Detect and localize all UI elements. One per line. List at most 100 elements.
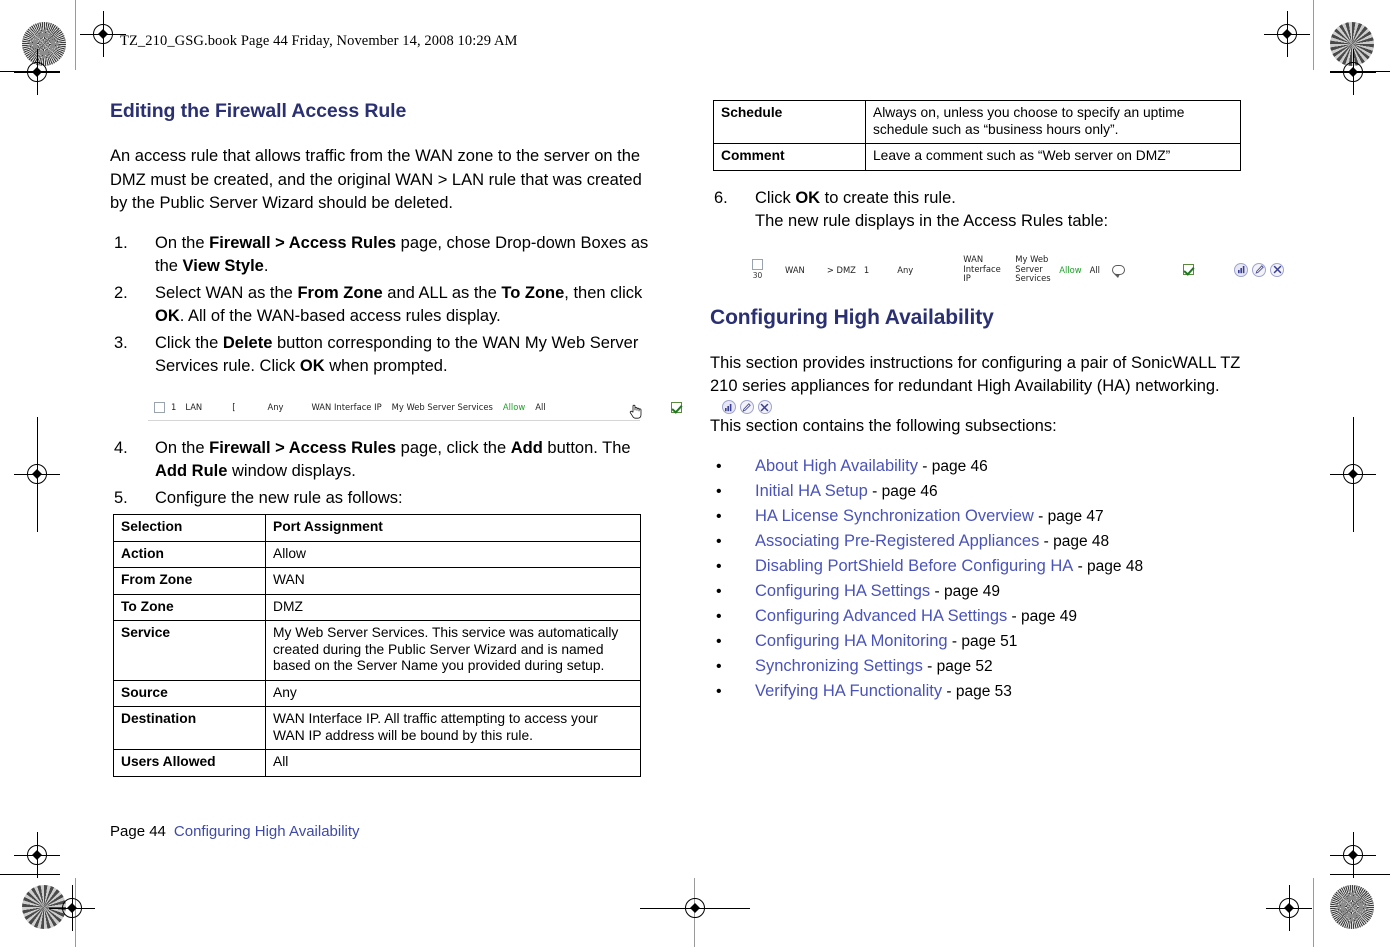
step-number: 5. [114, 488, 128, 507]
table-row: Destination WAN Interface IP. All traffic… [113, 706, 641, 750]
bullet-icon: • [716, 508, 722, 525]
inline-text: On the [155, 438, 210, 457]
ha-subsection-link[interactable]: Configuring HA Monitoring [755, 632, 948, 650]
bullet-icon: • [716, 633, 722, 650]
bullet-icon: • [716, 658, 722, 675]
table-cell-value: WAN Interface IP. All traffic attempting… [265, 706, 641, 750]
stats-icon[interactable] [1234, 262, 1249, 277]
rule-arrow: [ [232, 402, 236, 412]
table-row: Comment Leave a comment such as “Web serv… [713, 143, 1241, 171]
page-reference: - page 49 [1007, 608, 1078, 625]
steps-list-4-5: 4. On the Firewall > Access Rules page, c… [110, 437, 655, 511]
rule-enable-checkbox[interactable] [670, 401, 682, 413]
bullet-icon: • [716, 533, 722, 550]
ha-subsection-link[interactable]: Configuring Advanced HA Settings [755, 607, 1007, 625]
hand-cursor-icon [629, 403, 642, 419]
list-item: • Configuring HA Monitoring - page 51 [710, 629, 1255, 654]
rule-row: 30 WAN > DMZ 1 Any WAN Interface IP My W… [748, 250, 1285, 290]
rule-action-icons [1234, 262, 1285, 277]
comment-bubble-icon[interactable] [1112, 264, 1126, 278]
bullet-icon: • [716, 583, 722, 600]
bullet-icon: • [716, 683, 722, 700]
step-item: 3. Click the Delete button corresponding … [110, 332, 655, 379]
step-text: Select WAN as the From Zone and ALL as t… [155, 284, 642, 326]
port-assignment-table: Selection Port Assignment Action Allow From … [113, 514, 641, 777]
emphasis-text: Firewall > Access Rules [209, 233, 397, 252]
registration-mark-bottom-center [640, 891, 750, 925]
page-reference: - page 52 [922, 658, 993, 675]
rule-source: Any [267, 402, 284, 412]
rule-destination: WAN Interface IP [963, 254, 1001, 284]
inline-text: when prompted. [324, 357, 448, 375]
rule-action: Allow [502, 402, 526, 412]
registration-starburst-bottom-right [1330, 885, 1374, 929]
inline-text: page, click the [396, 438, 511, 457]
step-text: Click the Delete button corresponding to… [155, 334, 638, 376]
ha-subsection-link[interactable]: Synchronizing Settings [755, 657, 923, 675]
table-row: Selection Port Assignment [113, 514, 641, 542]
emphasis-text: Add Rule [155, 462, 228, 480]
footer-section-title[interactable]: Configuring High Availability [174, 823, 360, 840]
step-item: 6. Click OK to create this rule. The new… [710, 187, 1255, 234]
list-item: • Disabling PortShield Before Configuring… [710, 554, 1255, 579]
trim-line-top-left-vertical [75, 0, 76, 70]
intro-paragraph: An access rule that allows traffic from … [110, 147, 642, 212]
emphasis-text: OK [299, 357, 325, 375]
rule-select-checkbox[interactable] [752, 259, 763, 270]
ha-subsection-link[interactable]: HA License Synchronization Overview [755, 507, 1034, 525]
step-item: 2. Select WAN as the From Zone and ALL as… [110, 282, 655, 329]
emphasis-text: Firewall > Access Rules [209, 438, 397, 457]
ha-subsection-link[interactable]: Configuring HA Settings [755, 582, 930, 600]
step-number: 2. [114, 283, 128, 302]
right-column: Schedule Always on, unless you choose to … [710, 100, 1285, 704]
rule-users: All [1089, 264, 1101, 275]
list-item: • Configuring Advanced HA Settings - page… [710, 604, 1255, 629]
rule-select-checkbox[interactable] [154, 401, 165, 413]
table-cell-value: Leave a comment such as “Web server on D… [865, 143, 1241, 171]
step-number: 3. [114, 333, 128, 352]
page-reference: - page 49 [930, 583, 1000, 600]
ha-subsection-link-list: • About High Availability - page 46 • Initi… [710, 454, 1255, 704]
registration-mark-mid-left [14, 417, 60, 532]
registration-mark-bottom-left-inner [49, 885, 95, 931]
bullet-icon: • [716, 458, 722, 475]
table-cell-value: Port Assignment [265, 514, 641, 542]
rule-index: 1 [863, 264, 870, 275]
ha-subsection-link[interactable]: Associating Pre-Registered Appliances [755, 532, 1039, 550]
page-reference: - page 46 [867, 483, 938, 500]
delete-icon[interactable] [1270, 262, 1285, 277]
rule-enable-checkbox[interactable] [1183, 264, 1195, 275]
ha-subsection-link[interactable]: Verifying HA Functionality [755, 682, 942, 700]
list-item: • Configuring HA Settings - page 49 [710, 579, 1255, 604]
table-row: Users Allowed All [113, 749, 641, 777]
step-text: On the Firewall > Access Rules page, cli… [155, 439, 631, 481]
step-item: 5. Configure the new rule as follows: [110, 487, 655, 511]
access-rule-row-screenshot-after: 30 WAN > DMZ 1 Any WAN Interface IP My W… [748, 249, 1285, 290]
table-cell-value: DMZ [265, 593, 641, 621]
ha-subsections-lead: This section contains the following subs… [710, 416, 1057, 435]
inline-text: button. The [542, 438, 631, 457]
page-reference: - page 46 [917, 458, 988, 475]
table-cell-key: To Zone [113, 593, 266, 621]
step-text-line2: The new rule displays in the Access Rule… [755, 212, 1109, 230]
page-reference: - page 48 [1039, 533, 1110, 550]
edit-icon[interactable] [1252, 262, 1267, 277]
ha-subsection-link[interactable]: Initial HA Setup [755, 482, 868, 500]
ha-subsection-link[interactable]: About High Availability [755, 457, 918, 475]
table-cell-value: All [265, 749, 641, 777]
page-reference: - page 47 [1033, 508, 1104, 525]
list-item: • Synchronizing Settings - page 52 [710, 654, 1255, 679]
table-cell-value: WAN [265, 567, 641, 595]
rule-index: 1 [171, 402, 177, 412]
step-item: 4. On the Firewall > Access Rules page, c… [110, 437, 655, 484]
emphasis-text: From Zone [297, 283, 383, 302]
ha-subsection-link[interactable]: Disabling PortShield Before Configuring … [755, 557, 1073, 575]
table-cell-key: Source [113, 679, 266, 707]
step-item: 1. On the Firewall > Access Rules page, c… [110, 232, 655, 279]
ha-intro-paragraph: This section provides instructions for c… [710, 353, 1241, 396]
rule-from-zone: LAN [185, 402, 203, 412]
list-item: • Verifying HA Functionality - page 53 [710, 679, 1255, 704]
book-header-text: TZ_210_GSG.book Page 44 Friday, November… [120, 33, 518, 49]
inline-text: . [263, 257, 269, 275]
emphasis-text: OK [795, 188, 821, 207]
